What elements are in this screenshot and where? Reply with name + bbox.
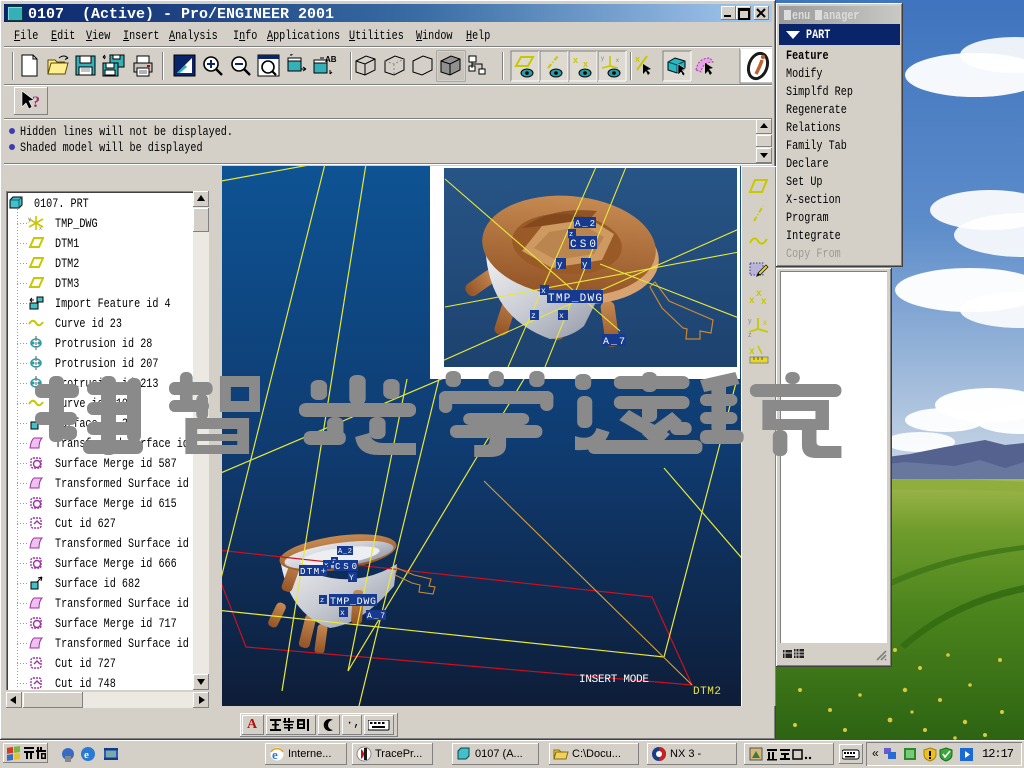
svg-text:e: e: [84, 749, 89, 761]
